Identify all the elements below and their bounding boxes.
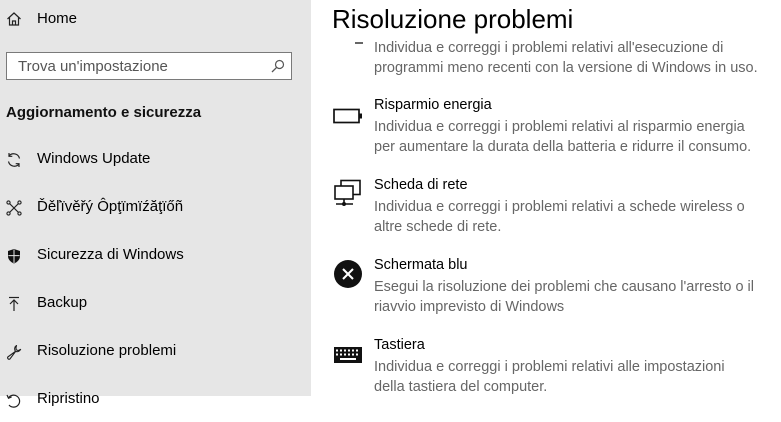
sidebar-item-label: Backup: [37, 294, 88, 311]
troubleshooter-description: Individua e correggi i problemi relativi…: [374, 40, 758, 76]
sidebar-item-label: Windows Update: [37, 150, 151, 167]
troubleshooter-description: Individua e correggi i problemi relativi…: [374, 359, 725, 395]
search-input[interactable]: Trova un'impostazione: [6, 52, 292, 80]
keyboard-icon: [334, 347, 362, 363]
sidebar-item-troubleshoot[interactable]: Risoluzione problemi: [0, 330, 311, 374]
search-placeholder: Trova un'impostazione: [18, 58, 168, 75]
shield-icon: [8, 249, 20, 264]
troubleshooter-name: Schermata blu: [374, 257, 468, 273]
sidebar-item-delivery-optimization[interactable]: Ďěľïvěřý Ôpţïmïźăţïőñ: [0, 186, 311, 230]
blue-screen-error-icon: [334, 260, 362, 288]
troubleshooter-description: Individua e correggi i problemi relativi…: [374, 119, 752, 155]
sidebar-item-label: Risoluzione problemi: [37, 342, 177, 359]
battery-icon: [333, 108, 362, 124]
compatibility-icon: [355, 42, 363, 44]
settings-sidebar: Home Trova un'impostazione Aggiornamento…: [0, 0, 311, 408]
refresh-icon: [7, 153, 21, 167]
backup-arrow-icon: [9, 296, 19, 311]
main-content: Risoluzione problemi Individua e corregg…: [311, 0, 781, 396]
troubleshooter-description: Individua e correggi i problemi relativi…: [374, 199, 745, 235]
network-adapter-icon: [334, 179, 361, 206]
nav-home-label: Home: [37, 10, 78, 27]
sidebar-item-label: Ripristino: [37, 390, 100, 407]
delivery-optimization-icon: [6, 200, 22, 216]
nav-home[interactable]: Home: [0, 0, 311, 40]
wrench-icon: [7, 344, 22, 360]
section-title: Aggiornamento e sicurezza: [6, 104, 202, 121]
troubleshooter-name: Tastiera: [374, 337, 425, 353]
sidebar-item-windows-update[interactable]: Windows Update: [0, 138, 311, 182]
sidebar-item-label: Ďěľïvěřý Ôpţïmïźăţïőñ: [37, 198, 184, 215]
troubleshooter-name: Risparmio energia: [374, 97, 492, 113]
sidebar-item-recovery[interactable]: Ripristino: [0, 378, 311, 422]
sidebar-item-windows-security[interactable]: Sicurezza di Windows: [0, 234, 311, 278]
page-title: Risoluzione problemi: [332, 4, 574, 34]
sidebar-item-label: Sicurezza di Windows: [37, 246, 184, 263]
home-icon: [7, 12, 21, 26]
recovery-icon: [6, 394, 21, 408]
sidebar-item-backup[interactable]: Backup: [0, 282, 311, 326]
troubleshooter-name: Scheda di rete: [374, 177, 468, 193]
troubleshooter-description: Esegui la risoluzione dei problemi che c…: [374, 279, 754, 315]
search-icon[interactable]: [271, 59, 285, 73]
